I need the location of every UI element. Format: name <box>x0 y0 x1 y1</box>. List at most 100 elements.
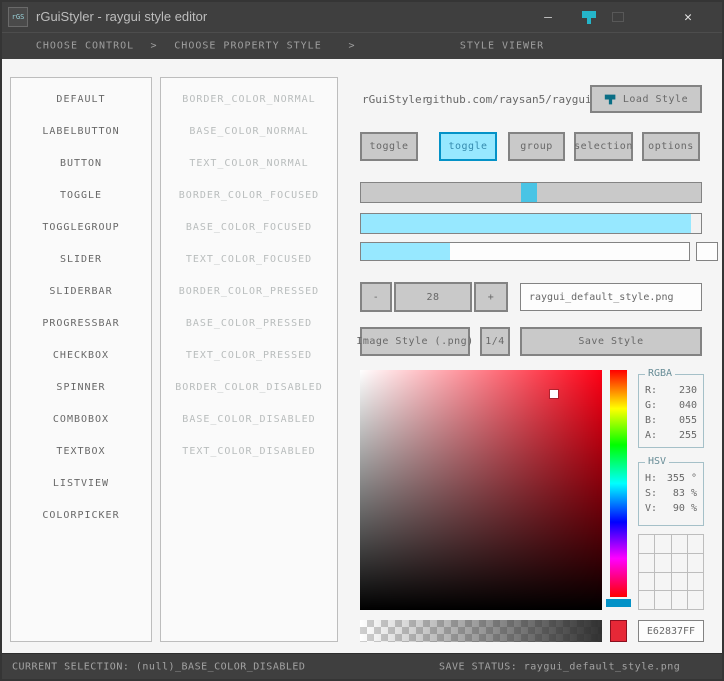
property-item-base-color-disabled[interactable]: BASE_COLOR_DISABLED <box>161 404 337 436</box>
app-name-label: rGuiStyler <box>362 93 429 106</box>
control-item-slider[interactable]: SLIDER <box>11 244 151 276</box>
hue-slider <box>606 370 631 607</box>
property-item-border-color-focused[interactable]: BORDER_COLOR_FOCUSED <box>161 180 337 212</box>
ratio-button[interactable]: 1/4 <box>480 327 510 356</box>
save-style-button[interactable]: Save Style <box>520 327 702 356</box>
palette-cell[interactable] <box>655 535 671 553</box>
hsv-panel-title: HSV <box>645 456 670 467</box>
slider-control[interactable] <box>360 182 702 203</box>
rgba-r-label: R: <box>645 385 658 396</box>
rgba-g-value: 040 <box>678 400 697 411</box>
hex-value-box[interactable]: E62837FF <box>638 620 704 642</box>
property-item-text-color-disabled[interactable]: TEXT_COLOR_DISABLED <box>161 436 337 468</box>
control-item-toggle[interactable]: TOGGLE <box>11 180 151 212</box>
paint-tool-icon[interactable] <box>580 9 598 26</box>
toggle-button-2-active[interactable]: toggle <box>439 132 497 161</box>
palette-cell[interactable] <box>671 535 687 553</box>
titlebar: rGS rGuiStyler - raygui style editor – ✕ <box>2 2 722 32</box>
filename-textbox[interactable] <box>520 283 702 311</box>
palette-cell[interactable] <box>671 591 687 609</box>
control-item-sliderbar[interactable]: SLIDERBAR <box>11 276 151 308</box>
control-item-labelbutton[interactable]: LABELBUTTON <box>11 116 151 148</box>
palette-cell[interactable] <box>639 572 655 591</box>
toggle-button-1[interactable]: toggle <box>360 132 418 161</box>
status-current-selection: CURRENT SELECTION: (null)_BASE_COLOR_DIS… <box>12 661 306 672</box>
property-item-border-color-disabled[interactable]: BORDER_COLOR_DISABLED <box>161 372 337 404</box>
palette-cell[interactable] <box>671 572 687 591</box>
spinner-minus-button[interactable]: - <box>360 282 392 312</box>
spinner-value-box[interactable]: 28 <box>394 282 472 312</box>
palette-cell[interactable] <box>639 591 655 609</box>
hsv-v-value: 90 % <box>672 503 697 514</box>
toggle-button-options[interactable]: options <box>642 132 700 161</box>
rgba-a-label: A: <box>645 430 658 441</box>
close-button[interactable]: ✕ <box>674 2 702 32</box>
maximize-icon <box>612 12 624 22</box>
hue-bar[interactable] <box>610 370 627 597</box>
hsv-row-v: V: 90 % <box>639 501 703 516</box>
property-item-border-color-normal[interactable]: BORDER_COLOR_NORMAL <box>161 84 337 116</box>
toggle-button-group[interactable]: group <box>508 132 565 161</box>
repo-link[interactable]: github.com/raysan5/raygui <box>426 93 592 106</box>
palette-cell[interactable] <box>639 553 655 572</box>
property-item-base-color-focused[interactable]: BASE_COLOR_FOCUSED <box>161 212 337 244</box>
rgba-panel-title: RGBA <box>645 368 676 379</box>
progressbar-fill <box>361 214 691 233</box>
load-style-label: Load Style <box>622 93 689 105</box>
image-style-button[interactable]: Image Style (.png) <box>356 327 473 356</box>
control-item-combobox[interactable]: COMBOBOX <box>11 404 151 436</box>
control-item-checkbox[interactable]: CHECKBOX <box>11 340 151 372</box>
rgba-g-label: G: <box>645 400 658 411</box>
alpha-slider-bar[interactable] <box>360 620 602 642</box>
checkbox-control[interactable] <box>696 242 718 261</box>
status-save-status: SAVE STATUS: raygui_default_style.png <box>439 661 681 672</box>
property-item-text-color-normal[interactable]: TEXT_COLOR_NORMAL <box>161 148 337 180</box>
control-item-listview[interactable]: LISTVIEW <box>11 468 151 500</box>
control-item-button[interactable]: BUTTON <box>11 148 151 180</box>
control-item-colorpicker[interactable]: COLORPICKER <box>11 500 151 532</box>
hsv-h-label: H: <box>645 473 658 484</box>
load-style-button[interactable]: Load Style <box>590 85 702 113</box>
control-item-spinner[interactable]: SPINNER <box>11 372 151 404</box>
app-icon: rGS <box>8 7 28 27</box>
minimize-button[interactable]: – <box>534 2 562 32</box>
control-item-togglegroup[interactable]: TOGGLEGROUP <box>11 212 151 244</box>
properties-list: BORDER_COLOR_NORMAL BASE_COLOR_NORMAL TE… <box>160 77 338 642</box>
palette-cell[interactable] <box>687 591 703 609</box>
spinner-plus-button[interactable]: + <box>474 282 508 312</box>
control-item-progressbar[interactable]: PROGRESSBAR <box>11 308 151 340</box>
maximize-button[interactable] <box>604 2 632 32</box>
palette-cell[interactable] <box>687 572 703 591</box>
sv-cursor[interactable] <box>549 390 558 398</box>
palette-cell[interactable] <box>655 591 671 609</box>
hsv-row-s: S: 83 % <box>639 486 703 501</box>
palette-cell[interactable] <box>687 553 703 572</box>
hsv-s-label: S: <box>645 488 658 499</box>
property-item-base-color-normal[interactable]: BASE_COLOR_NORMAL <box>161 116 337 148</box>
palette-cell[interactable] <box>655 572 671 591</box>
hsv-panel: HSV H: 355 ° S: 83 % V: 90 % <box>638 456 704 526</box>
palette-cell[interactable] <box>687 535 703 553</box>
toggle-button-selection[interactable]: selection <box>574 132 633 161</box>
sliderbar-control[interactable] <box>360 242 690 261</box>
property-item-text-color-pressed[interactable]: TEXT_COLOR_PRESSED <box>161 340 337 372</box>
slider-handle[interactable] <box>520 183 537 202</box>
control-item-textbox[interactable]: TEXTBOX <box>11 436 151 468</box>
palette-cell[interactable] <box>639 535 655 553</box>
color-saturation-value-area[interactable] <box>360 370 602 610</box>
controls-list: DEFAULT LABELBUTTON BUTTON TOGGLE TOGGLE… <box>10 77 152 642</box>
palette-cell[interactable] <box>655 553 671 572</box>
rgba-row-g: G: 040 <box>639 398 703 413</box>
toolbar-section-style-viewer: STYLE VIEWER <box>459 40 545 52</box>
property-item-base-color-pressed[interactable]: BASE_COLOR_PRESSED <box>161 308 337 340</box>
control-item-default[interactable]: DEFAULT <box>11 84 151 116</box>
property-item-text-color-focused[interactable]: TEXT_COLOR_FOCUSED <box>161 244 337 276</box>
chevron-right-separator: > <box>150 40 158 52</box>
palette-cell[interactable] <box>671 553 687 572</box>
rgba-row-a: A: 255 <box>639 428 703 443</box>
toolbar-section-choose-property: CHOOSE PROPERTY STYLE <box>174 40 322 52</box>
toolbar-section-choose-control: CHOOSE CONTROL <box>35 40 135 52</box>
property-item-border-color-pressed[interactable]: BORDER_COLOR_PRESSED <box>161 276 337 308</box>
load-style-icon <box>604 94 616 104</box>
hue-handle[interactable] <box>606 598 631 607</box>
